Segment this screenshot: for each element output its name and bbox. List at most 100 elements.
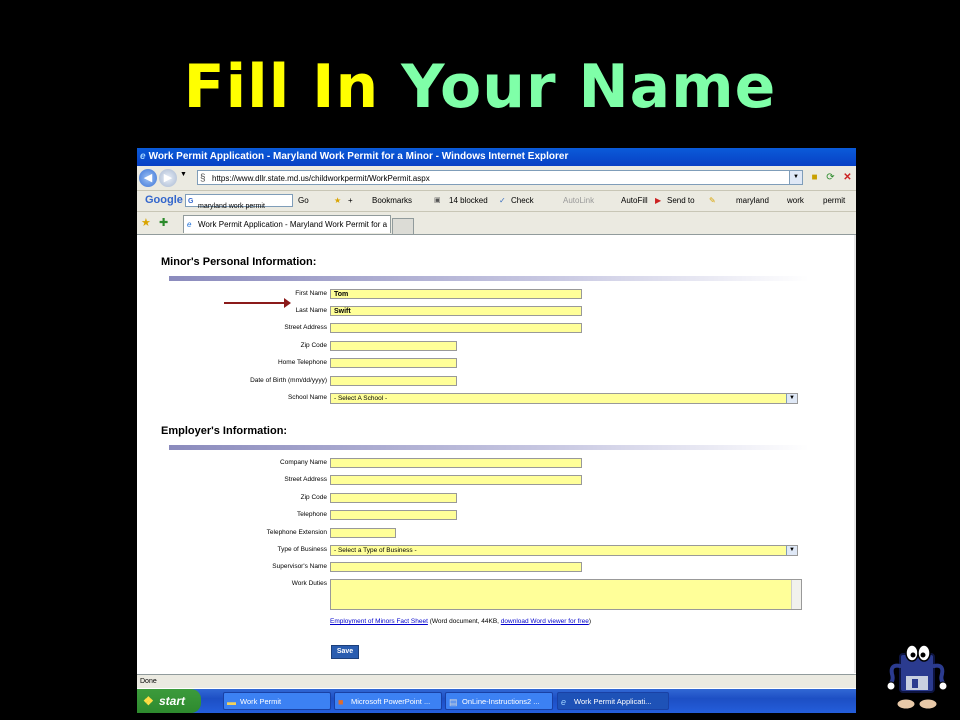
employer-telephone-input[interactable] [330,510,457,520]
task-powerpoint[interactable]: ■ Microsoft PowerPoint ... [334,692,442,710]
tab-work-permit[interactable]: e Work Permit Application - Maryland Wor… [183,215,391,233]
google-search-input[interactable]: G maryland work permit [185,194,293,210]
google-toolbar: Google G maryland work permit Go ★ + Boo… [137,191,856,212]
highlight-icon[interactable]: ✎ [709,196,716,205]
address-toolbar: ◀ ▶ ▼ § https://www.dllr.state.md.us/chi… [137,166,856,191]
blocked-count[interactable]: 14 blocked [449,196,488,205]
window-title: Work Permit Application - Maryland Work … [148,151,569,162]
google-go-button[interactable]: Go [298,196,309,205]
task-label-2: Microsoft PowerPoint ... [351,697,431,706]
business-dropdown-icon[interactable]: ▼ [786,546,797,555]
ie-icon: e [140,151,146,162]
lock-icon[interactable]: ■ [807,170,822,185]
work-duties-textarea[interactable] [330,579,802,610]
employer-heading-bar [169,445,809,450]
last-name-input[interactable]: Swift [330,306,582,316]
windows-flag-icon: ❖ [143,694,154,708]
stop-icon[interactable]: ✕ [840,170,855,185]
task-label-1: Work Permit [240,697,282,706]
term-work[interactable]: work [787,196,804,205]
task-label-4: Work Permit Applicati... [574,697,652,706]
employer-zip-input[interactable] [330,493,457,503]
slide-title-your-name: Your Name [401,52,777,122]
browser-screenshot: e Work Permit Application - Maryland Work… [137,148,856,713]
school-name-value: - Select A School - [334,395,388,402]
bookmarks-button[interactable]: Bookmarks [372,196,412,205]
work-duties-scrollbar[interactable] [791,580,801,609]
save-button[interactable]: Save [331,645,359,659]
floppy-disk-mascot-icon [886,644,948,710]
company-name-input[interactable] [330,458,582,468]
supervisor-name-input[interactable] [330,562,582,572]
page-icon: § [200,173,206,184]
zip-code-label: Zip Code [300,342,327,349]
task-work-permit-application[interactable]: e Work Permit Applicati... [557,692,669,710]
street-address-input[interactable] [330,323,582,333]
window-titlebar: e Work Permit Application - Maryland Work… [137,148,856,166]
tab-ie-icon: e [187,220,192,229]
home-telephone-label: Home Telephone [277,359,327,366]
home-telephone-input[interactable] [330,358,457,368]
telephone-extension-input[interactable] [330,528,396,538]
employer-heading: Employer's Information: [161,425,288,437]
slide-title: Fill In Your Name [0,52,960,122]
task-work-permit-folder[interactable]: ▬ Work Permit [223,692,331,710]
term-permit[interactable]: permit [823,196,845,205]
address-dropdown-icon[interactable]: ▼ [789,171,802,184]
taskbar: ❖ start ▬ Work Permit ■ Microsoft PowerP… [137,689,856,713]
type-of-business-value: - Select a Type of Business - [334,547,417,554]
address-field[interactable]: § https://www.dllr.state.md.us/childwork… [197,170,803,185]
minor-heading: Minor's Personal Information: [161,256,317,268]
first-name-input[interactable]: Tom [330,289,582,299]
history-dropdown-icon[interactable]: ▼ [180,171,187,178]
autolink-button[interactable]: AutoLink [563,196,594,205]
date-of-birth-input[interactable] [330,376,457,386]
street-address-label: Street Address [284,324,327,331]
taskbar-ie-icon: e [561,697,567,707]
telephone-extension-label: Telephone Extension [266,529,327,536]
slide-title-fill-in: Fill In [183,52,380,122]
employer-zip-label: Zip Code [300,494,327,501]
start-button[interactable]: ❖ start [137,689,201,713]
check-button[interactable]: Check [511,196,534,205]
school-dropdown-icon[interactable]: ▼ [786,394,797,403]
add-favorite-icon[interactable]: ✚ [159,216,168,229]
date-of-birth-label: Date of Birth (mm/dd/yyyy) [250,377,327,384]
term-maryland[interactable]: maryland [736,196,769,205]
tab-bar: ★ ✚ e Work Permit Application - Maryland… [137,212,856,235]
send-to-icon: ▶ [655,196,662,205]
new-tab-button[interactable] [392,218,414,234]
first-name-label: First Name [295,290,327,297]
fact-sheet-line: Employment of Minors Fact Sheet (Word do… [330,618,591,625]
employer-telephone-label: Telephone [297,511,327,518]
star-icon[interactable]: ★ [334,196,341,205]
pointer-arrow [224,298,291,308]
fact-sheet-note: (Word document, 44KB, [429,618,499,625]
autofill-button[interactable]: AutoFill [621,196,648,205]
send-to-button[interactable]: Send to [667,196,695,205]
forward-button[interactable]: ▶ [159,169,177,187]
employer-street-label: Street Address [284,476,327,483]
type-of-business-select[interactable]: - Select a Type of Business - ▼ [330,545,798,556]
school-name-select[interactable]: - Select A School - ▼ [330,393,798,404]
page-scrollbar[interactable] [854,235,856,673]
fact-sheet-link[interactable]: Employment of Minors Fact Sheet [330,618,428,625]
status-text: Done [140,678,157,685]
google-logo: Google [145,194,183,206]
powerpoint-icon: ■ [338,697,344,707]
add-icon[interactable]: + [348,196,353,205]
word-viewer-link[interactable]: download Word viewer for free [501,618,589,625]
supervisor-name-label: Supervisor's Name [272,563,327,570]
refresh-icon[interactable]: ⟳ [823,170,838,185]
employer-street-input[interactable] [330,475,582,485]
google-g-icon: G [188,198,194,205]
work-duties-label: Work Duties [291,580,327,587]
zip-code-input[interactable] [330,341,457,351]
task-online-instructions[interactable]: ▤ OnLine-Instructions2 ... [445,692,553,710]
back-button[interactable]: ◀ [139,169,157,187]
favorites-star-icon[interactable]: ★ [141,216,151,229]
school-name-label: School Name [287,394,327,401]
popup-blocker-icon: ▣ [434,197,441,204]
page-content: Minor's Personal Information: First Name… [137,235,856,673]
minor-heading-bar [169,276,809,281]
